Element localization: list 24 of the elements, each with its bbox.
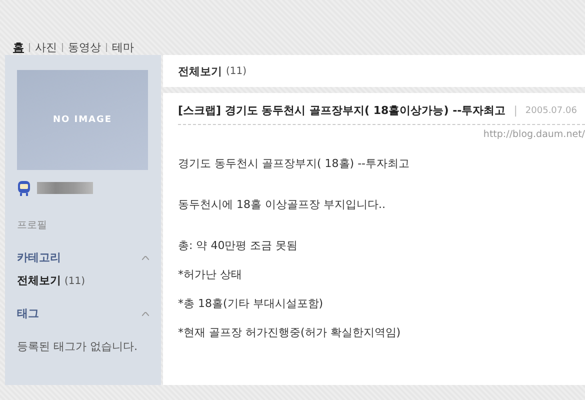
post-text: *총 18홀(기타 부대시설포함) xyxy=(178,296,324,311)
nav-link[interactable]: 홈 xyxy=(13,40,24,54)
section-title: 태그 xyxy=(17,306,39,321)
section-title: 카테고리 xyxy=(17,250,61,265)
placeholder-label: NO IMAGE xyxy=(52,115,112,125)
post-text: *현재 골프장 허가진행중(허가 확실한지역임) xyxy=(178,325,402,340)
post-text: *허가난 상태 xyxy=(178,267,243,282)
nav-link[interactable]: 사진 xyxy=(35,40,57,54)
collapse-caret-icon[interactable] xyxy=(142,256,149,260)
empty-message: 등록된 태그가 없습니다. xyxy=(17,339,138,354)
post-text: 경기도 동두천시 골프장부지( 18홀) --투자최고 xyxy=(178,156,411,171)
post-text: 동두천시에 18홀 이상골프장 부지입니다.. xyxy=(178,197,386,212)
redacted-name xyxy=(37,182,93,194)
title-separator: | xyxy=(514,104,518,117)
post-date: 2005.07.06 xyxy=(525,106,577,116)
character-avatar-icon xyxy=(17,180,31,196)
category-item[interactable]: 전체보기 (11) xyxy=(17,273,149,288)
header-title: 전체보기 xyxy=(178,64,222,78)
post-count: (11) xyxy=(226,66,247,76)
nav-link[interactable]: 동영상 xyxy=(68,40,101,54)
nav-link[interactable]: 테마 xyxy=(112,40,134,54)
post-title[interactable]: [스크랩] 경기도 동두천시 골프장부지( 18홀이상가능) --투자최고 xyxy=(178,103,506,118)
collapse-caret-icon[interactable] xyxy=(142,312,149,316)
post-text: 총: 약 40만평 조금 못됨 xyxy=(178,238,299,253)
